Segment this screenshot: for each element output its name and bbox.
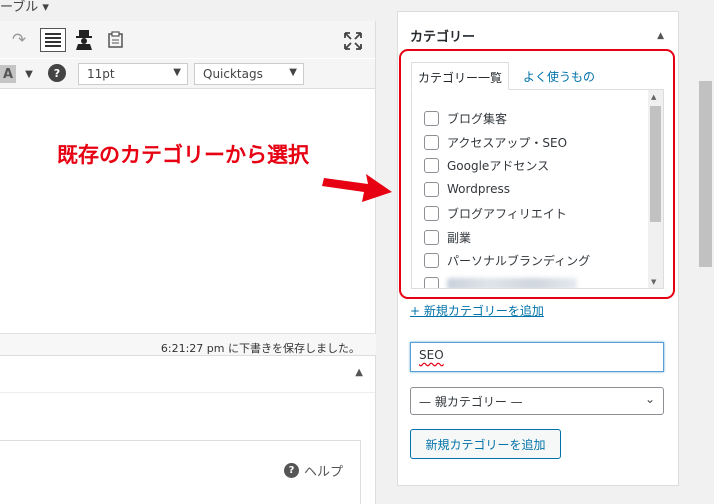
annotation-text: 既存のカテゴリーから選択	[57, 143, 309, 167]
meta-box-header[interactable]: ▲	[0, 356, 375, 393]
parent-category-select[interactable]: — 親カテゴリー — ⌄	[410, 387, 664, 415]
page-scroll-thumb[interactable]	[699, 81, 712, 267]
kitchen-sink-icon[interactable]	[40, 28, 66, 52]
add-new-category-link[interactable]: + 新規カテゴリーを追加	[410, 302, 544, 319]
fullscreen-icon[interactable]	[342, 30, 364, 52]
help-icon[interactable]: ?	[48, 64, 66, 82]
collapse-arrow-icon[interactable]: ▲	[355, 367, 363, 378]
help-link[interactable]: ? ヘルプ	[284, 461, 343, 480]
help-label: ヘルプ	[304, 465, 344, 480]
chevron-down-icon: ▼	[173, 67, 181, 78]
new-category-input[interactable]: SEO	[410, 342, 664, 372]
parent-category-value: — 親カテゴリー —	[419, 395, 523, 409]
tab-all-categories[interactable]: カテゴリー一覧	[411, 62, 510, 90]
format-value: Quicktags	[203, 67, 263, 81]
editor-toolbar-row-1: ↷	[0, 21, 375, 58]
panel-title: カテゴリー	[410, 30, 476, 45]
save-status: 6:21:27 pm に下書きを保存しました。	[160, 342, 360, 355]
chevron-down-icon: ▼	[289, 67, 297, 78]
collapse-arrow-icon[interactable]: ▲	[657, 31, 664, 41]
meta-box: ▲ ? ヘルプ	[0, 355, 376, 504]
editor-frame: ↷ A ▼ ? 11pt ▼ Quicktags ▼ 6:21:27 pm に下…	[0, 21, 376, 360]
new-category-value: SEO	[419, 348, 444, 362]
person-icon[interactable]	[72, 28, 96, 52]
meta-box-content: ? ヘルプ	[0, 440, 361, 504]
editor-tab-label[interactable]: ーブル ▾	[0, 0, 49, 15]
annotation-arrow-icon	[322, 174, 392, 202]
help-icon: ?	[284, 463, 299, 478]
text-color-dropdown-icon[interactable]: ▼	[22, 65, 36, 83]
add-category-button[interactable]: 新規カテゴリーを追加	[410, 429, 561, 459]
paste-icon[interactable]	[106, 30, 126, 50]
font-size-value: 11pt	[87, 67, 115, 81]
chevron-down-icon: ⌄	[644, 392, 655, 406]
font-size-select[interactable]: 11pt ▼	[78, 63, 188, 85]
redo-icon[interactable]: ↷	[8, 29, 30, 51]
format-select[interactable]: Quicktags ▼	[194, 63, 304, 85]
post-editor: ーブル ▾ ↷ A ▼ ? 11pt ▼ Quicktags ▼ 6:21:27…	[0, 0, 377, 504]
text-color-icon[interactable]: A	[0, 65, 16, 83]
page-scrollbar[interactable]	[697, 0, 714, 504]
